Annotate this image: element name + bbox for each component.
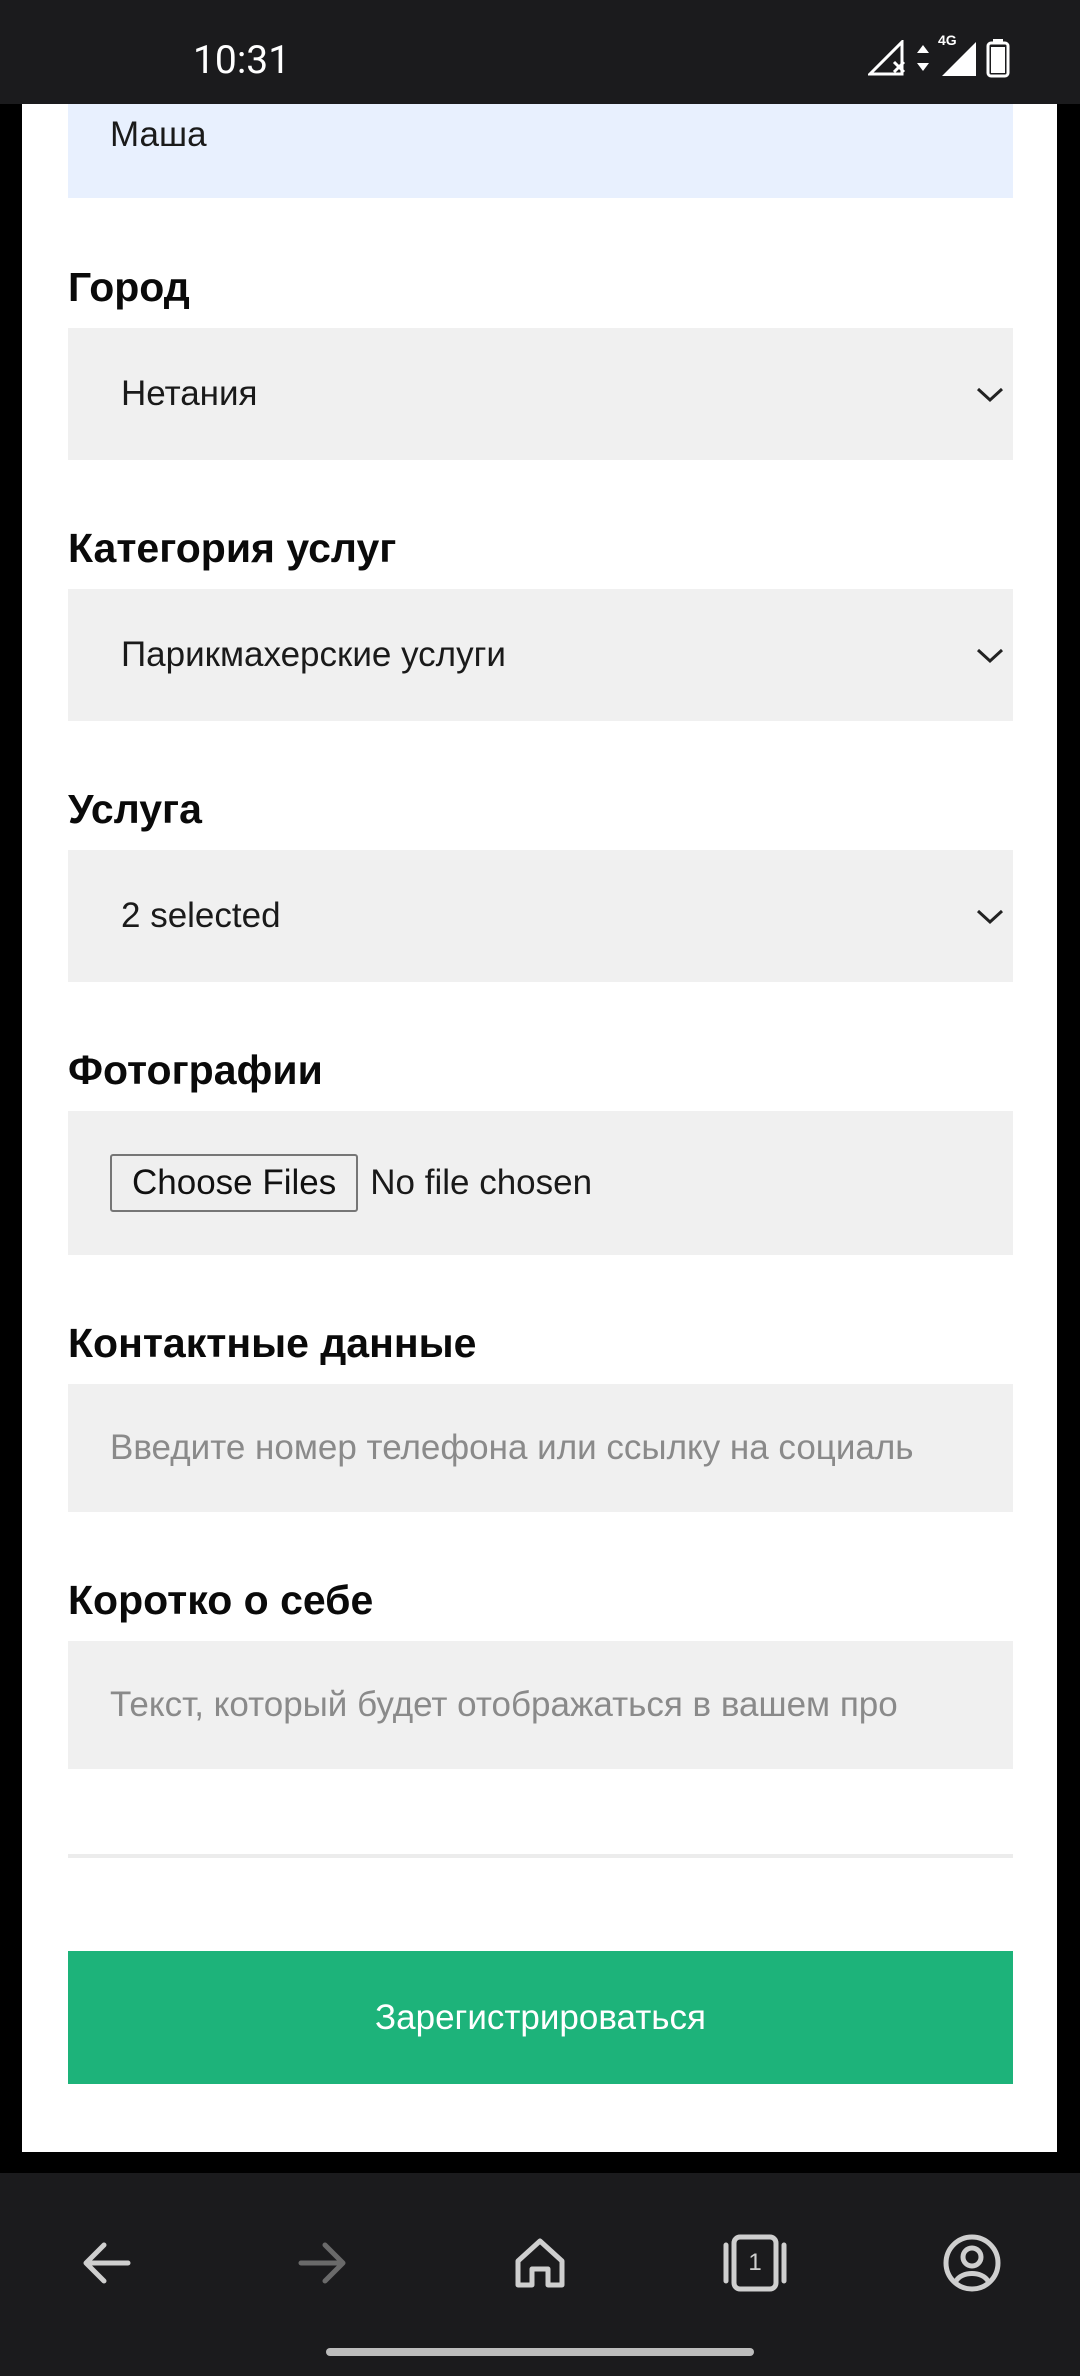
about-input[interactable]: Текст, который будет отображаться в ваше… [68,1641,1013,1769]
category-select[interactable]: Парикмахерские услуги [68,589,1013,721]
file-status: No file chosen [370,1163,593,1202]
name-input[interactable]: Маша [68,104,1013,198]
photos-file-input: Choose Files No file chosen [68,1111,1013,1255]
city-label: Город [68,264,190,310]
signal-4g-icon: 4G [938,32,978,83]
signal-off-icon [866,37,908,81]
photos-label: Фотографии [68,1047,323,1093]
divider [68,1854,1013,1858]
about-label: Коротко о себе [68,1577,374,1623]
contacts-input[interactable]: Введите номер телефона или ссылку на соц… [68,1384,1013,1512]
category-select-value: Парикмахерские услуги [121,635,506,674]
registration-form: Маша Город Нетания Категория услуг Парик… [22,104,1057,2152]
tabs-icon[interactable]: 1 [715,2223,795,2303]
category-label: Категория услуг [68,525,397,571]
browser-nav-bar: 1 [0,2173,1080,2376]
data-arrows-icon [916,43,930,78]
chevron-down-icon [976,648,1004,664]
battery-icon [986,38,1010,83]
about-placeholder: Текст, который будет отображаться в ваше… [110,1685,898,1724]
network-type-label: 4G [938,31,957,48]
tab-count: 1 [748,2249,762,2276]
status-bar: 10:31 4G [0,0,1080,104]
status-time: 10:31 [193,37,291,83]
city-select[interactable]: Нетания [68,328,1013,460]
service-label: Услуга [68,786,202,832]
home-icon[interactable] [500,2223,580,2303]
forward-icon[interactable] [283,2223,363,2303]
city-select-value: Нетания [121,374,258,413]
back-icon[interactable] [66,2223,146,2303]
service-select-value: 2 selected [121,896,281,935]
status-icons: 4G [866,32,1010,83]
chevron-down-icon [976,387,1004,403]
contacts-label: Контактные данные [68,1320,477,1366]
chevron-down-icon [976,909,1004,925]
home-indicator[interactable] [326,2348,754,2356]
register-button[interactable]: Зарегистрироваться [68,1951,1013,2084]
account-icon[interactable] [932,2223,1012,2303]
contacts-placeholder: Введите номер телефона или ссылку на соц… [110,1428,914,1467]
choose-files-button[interactable]: Choose Files [110,1154,359,1212]
service-select[interactable]: 2 selected [68,850,1013,982]
